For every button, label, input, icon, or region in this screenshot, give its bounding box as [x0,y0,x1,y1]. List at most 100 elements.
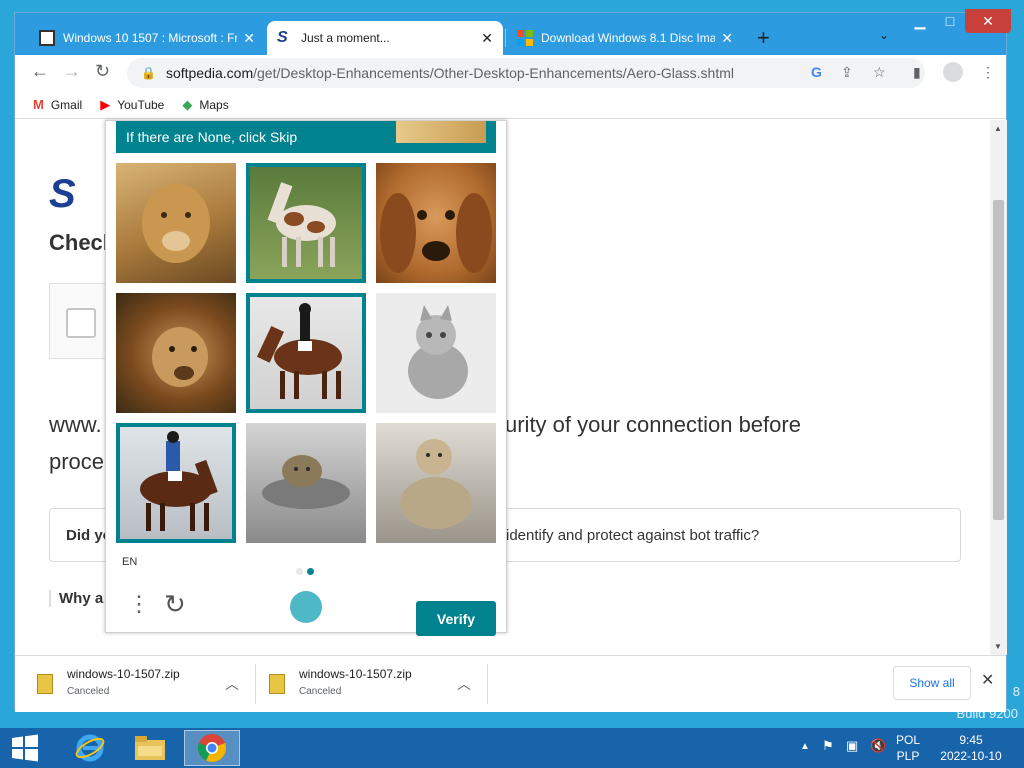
download-status: Canceled [299,686,342,697]
bookmark-label: Maps [199,97,229,112]
gmail-icon: M [33,97,44,112]
reload-icon[interactable]: ↻ [95,61,110,82]
windows-start-icon[interactable] [10,734,42,762]
browser-window: Windows 10 1507 : Microsoft : Fr ✕ S Jus… [14,9,1011,712]
tab-search-chevron-icon[interactable]: ⌄ [879,28,889,42]
lock-icon: 🔒 [141,66,156,80]
zip-file-icon [269,674,285,694]
sample-image [396,121,486,143]
download-filename: windows-10-1507.zip [299,667,412,681]
profile-avatar-icon[interactable] [943,62,963,82]
softpedia-logo: S [49,172,76,216]
minimize-button[interactable]: ▁ [905,9,935,33]
youtube-icon: ▶ [100,96,111,112]
maps-icon: ◆ [182,96,193,112]
new-tab-button[interactable]: + [757,25,770,51]
downloads-shelf: windows-10-1507.zip Canceled ︿ windows-1… [15,655,1006,712]
side-panel-icon[interactable]: ▮ [913,64,921,81]
captcha-menu-icon[interactable]: ⋮ [128,591,150,617]
chrome-icon[interactable] [184,730,240,766]
tab-just-a-moment[interactable]: S Just a moment... ✕ [267,21,503,55]
page-heading: Checl [49,230,109,255]
page-dot [296,568,303,575]
download-item[interactable]: windows-10-1507.zip Canceled ︿ [29,664,261,704]
bookmark-maps[interactable]: ◆ Maps [182,97,228,113]
url-domain: softpedia.com [165,65,254,81]
question-right: identify and protect against bot traffic… [506,526,760,544]
file-explorer-icon[interactable] [122,730,178,766]
toolbar: ← → ↻ 🔒 softpedia.com/get/Desktop-Enhanc… [15,55,1006,91]
page-dot-active [307,568,314,575]
captcha-cell-horse-selected[interactable] [246,163,366,283]
scroll-thumb[interactable] [993,200,1004,520]
captcha-cell-cat[interactable] [376,293,496,413]
captcha-refresh-icon[interactable]: ↻ [164,589,186,620]
scroll-up-icon[interactable]: ▲ [994,124,1002,133]
captcha-cell-lion[interactable] [116,163,236,283]
human-checkbox[interactable] [66,308,96,338]
captcha-cell-horse-selected[interactable] [116,423,236,543]
taskbar: ▲ ⚑ ▣ 🔇 POL PLP 9:45 2022-10-10 [0,728,1024,768]
bookmark-gmail[interactable]: M Gmail [33,97,82,112]
softpedia-icon: S [277,29,288,46]
close-icon[interactable]: ✕ [243,30,255,47]
bookmarks-bar: M Gmail ▶ YouTube ◆ Maps [15,91,1006,119]
captcha-verify-button[interactable]: Verify [416,601,496,636]
action-center-flag-icon[interactable]: ⚑ [822,738,834,754]
back-arrow-icon[interactable]: ← [31,61,49,82]
url-path: /get/Desktop-Enhancements/Other-Desktop-… [253,65,735,81]
lang-bottom: PLP [896,749,920,763]
scroll-down-icon[interactable]: ▼ [994,642,1002,651]
close-icon[interactable]: ✕ [481,30,493,47]
clock-time: 9:45 [959,733,983,747]
volume-muted-icon[interactable]: 🔇 [870,738,886,754]
bookmark-label: YouTube [117,97,165,112]
captcha-cell-lion[interactable] [116,293,236,413]
lang-top: POL [896,733,921,747]
zip-file-icon [37,674,53,694]
microsoft-icon [517,30,533,46]
download-item[interactable]: windows-10-1507.zip Canceled ︿ [261,664,493,704]
captcha-cell-dog[interactable] [376,163,496,283]
clock-date: 2022-10-10 [940,749,1002,763]
forward-arrow-icon[interactable]: → [63,61,81,82]
hcaptcha-logo-icon[interactable] [290,591,322,623]
tab-strip: Windows 10 1507 : Microsoft : Fr ✕ S Jus… [15,9,1011,55]
captcha-cell-lion[interactable] [376,423,496,543]
tab-windows-10[interactable]: Windows 10 1507 : Microsoft : Fr ✕ [29,21,265,55]
address-bar[interactable]: 🔒 softpedia.com/get/Desktop-Enhancements… [127,58,925,88]
verify-text-line2: proce [49,449,105,474]
page-scrollbar[interactable]: ▲ ▼ [990,120,1007,655]
tray-expand-icon[interactable]: ▲ [800,741,810,752]
captcha-instruction-bar: If there are None, click Skip [116,121,496,153]
download-filename: windows-10-1507.zip [67,667,180,681]
google-icon[interactable]: G [811,64,822,80]
captcha-page-indicator [296,562,318,580]
close-icon[interactable]: ✕ [721,30,733,47]
captcha-instruction: If there are None, click Skip [126,129,298,145]
verify-text-right: urity of your connection before [505,412,801,437]
maximize-button[interactable]: □ [935,9,965,33]
tab-title: Windows 10 1507 : Microsoft : Fr [63,31,238,45]
captcha-language[interactable]: EN [122,556,137,568]
verify-text-left: www. [49,412,102,437]
bookmark-youtube[interactable]: ▶ YouTube [100,97,164,113]
menu-kebab-icon[interactable]: ⋮ [981,64,995,81]
network-icon[interactable]: ▣ [846,738,858,754]
share-icon[interactable]: ⇪ [841,64,853,81]
tab-download-windows-81[interactable]: Download Windows 8.1 Disc Ima ✕ [507,21,743,55]
show-all-downloads-button[interactable]: Show all [893,666,971,700]
chevron-up-icon[interactable]: ︿ [457,674,471,694]
internet-explorer-icon[interactable] [62,730,118,766]
why-heading: Why a [49,590,103,607]
captcha-cell-lion[interactable] [246,423,366,543]
captcha-image-grid [116,163,496,543]
captcha-cell-horse-selected[interactable] [246,293,366,413]
close-icon[interactable]: ✕ [981,670,994,690]
input-language-indicator[interactable]: POL PLP [896,732,920,764]
system-clock[interactable]: 9:45 2022-10-10 [936,732,1006,764]
window-close-button[interactable]: ✕ [965,9,1011,33]
tab-title: Just a moment... [301,31,390,45]
chevron-up-icon[interactable]: ︿ [225,674,239,694]
bookmark-star-icon[interactable]: ☆ [873,64,886,81]
